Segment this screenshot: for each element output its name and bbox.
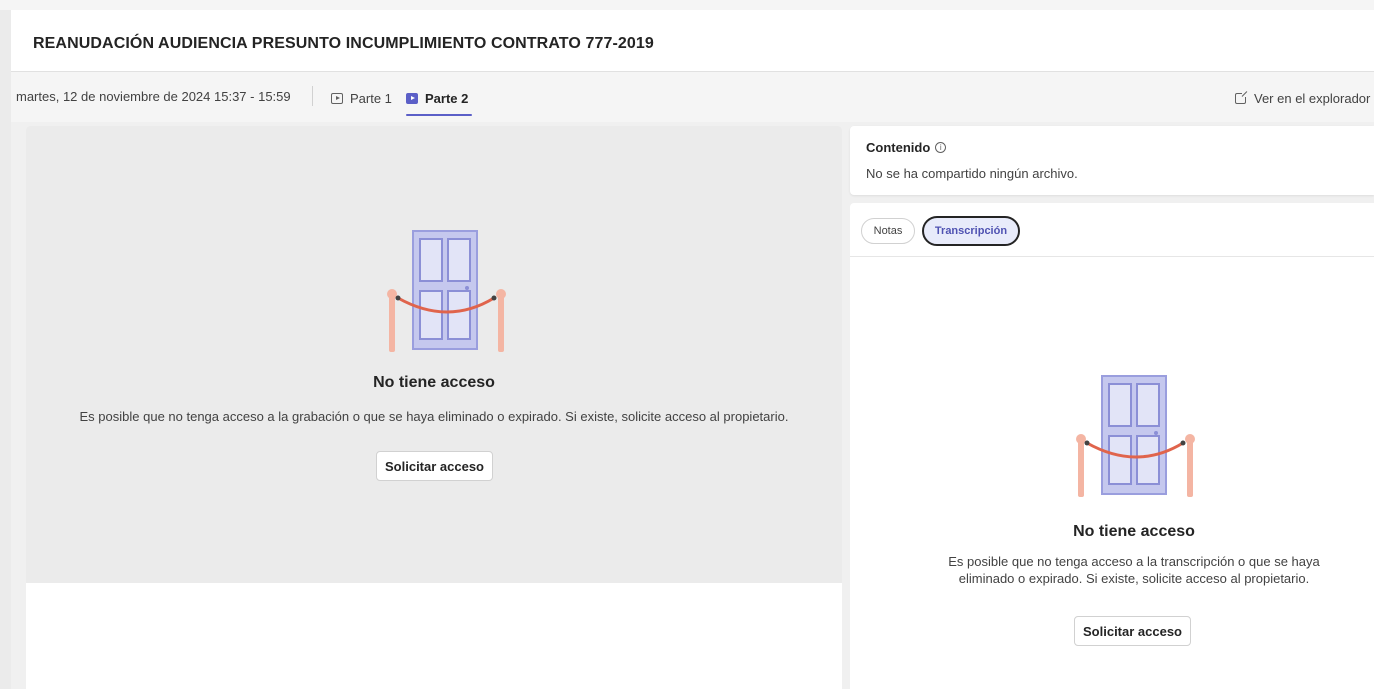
content-title: Contenido [866,140,931,155]
video-panel: No tiene acceso Es posible que no tenga … [26,126,842,689]
title-bar: REANUDACIÓN AUDIENCIA PRESUNTO INCUMPLIM… [11,10,1374,72]
tab-label: Parte 1 [350,90,392,106]
request-access-button[interactable]: Solicitar acceso [1074,616,1191,646]
tab-notas[interactable]: Notas [861,218,915,244]
app-left-rail [0,10,11,689]
recording-subbar: martes, 12 de noviembre de 2024 15:37 - … [11,72,1374,122]
content-empty-message: No se ha compartido ningún archivo. [866,166,1078,181]
video-placeholder: No tiene acceso Es posible que no tenga … [26,126,842,583]
request-access-button[interactable]: Solicitar acceso [376,451,493,481]
open-in-explorer-link[interactable]: Ver en el explorador [1235,86,1370,110]
tab-parte-2[interactable]: Parte 2 [406,86,473,116]
no-access-heading: No tiene acceso [1073,523,1195,540]
no-access-message-line: eliminado o expirado. Si existe, solicit… [958,571,1310,586]
play-icon [406,92,418,104]
play-icon [331,92,343,104]
locked-door-illustration [387,230,506,352]
meeting-title: REANUDACIÓN AUDIENCIA PRESUNTO INCUMPLIM… [33,35,654,52]
locked-door-illustration [1076,375,1195,497]
meeting-datetime: martes, 12 de noviembre de 2024 15:37 - … [16,89,291,104]
no-access-message: Es posible que no tenga acceso a la tran… [850,553,1374,587]
tab-transcripcion[interactable]: Transcripción [922,216,1020,246]
window-top-strip [0,0,1374,10]
tab-label: Parte 2 [425,90,469,106]
notes-tab-bar: Notas Transcripción [850,203,1374,257]
no-access-heading: No tiene acceso [373,374,495,391]
content-title-row: Contenido i [866,140,947,155]
no-access-message-line: Es posible que no tenga acceso a la tran… [948,554,1320,569]
recording-viewer: REANUDACIÓN AUDIENCIA PRESUNTO INCUMPLIM… [11,10,1374,689]
notes-panel: Notas Transcripción No tiene acceso Es p… [850,203,1374,689]
open-external-icon [1235,90,1248,104]
content-card: Contenido i No se ha compartido ningún a… [850,126,1374,195]
explorer-label: Ver en el explorador [1254,90,1371,106]
tab-parte-1[interactable]: Parte 1 [331,86,392,110]
no-access-message: Es posible que no tenga acceso a la grab… [79,409,789,424]
info-icon[interactable]: i [935,142,947,153]
divider [312,86,313,106]
